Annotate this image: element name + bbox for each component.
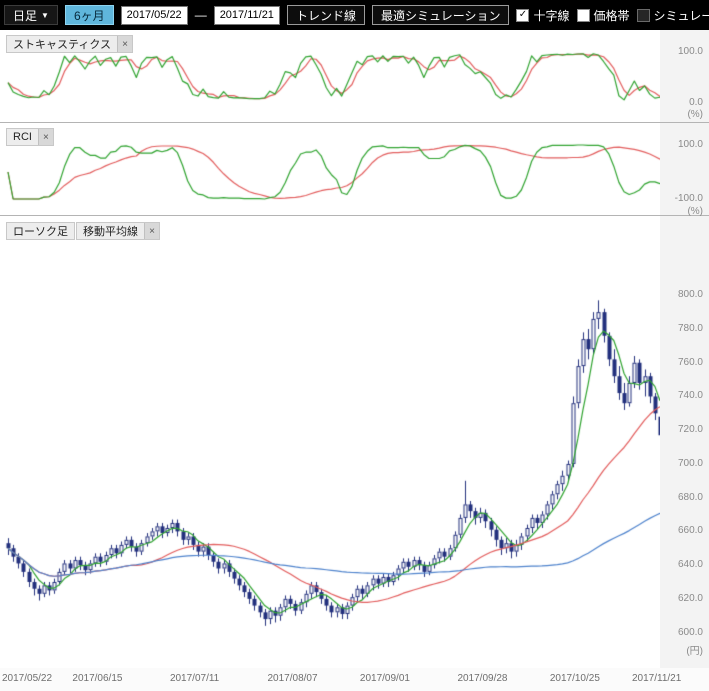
price-axis-label: 680.0 <box>678 492 703 504</box>
date-to-input[interactable]: 2017/11/21 <box>214 6 280 25</box>
stochastics-panel: ストキャスティクス × 100.0 0.0 (%) <box>0 30 709 123</box>
date-from-input[interactable]: 2017/05/22 <box>121 6 188 25</box>
moving-average-title: 移動平均線 <box>77 223 144 239</box>
price-band-label: 価格帯 <box>594 7 630 24</box>
date-axis-label: 2017/09/01 <box>360 673 410 684</box>
chevron-down-icon: ▼ <box>41 11 49 20</box>
date-axis-label: 2017/07/11 <box>170 673 219 684</box>
price-axis-label: 640.0 <box>678 559 703 571</box>
stoch-y-max-label: 100.0 <box>678 46 703 58</box>
stochastics-title: ストキャスティクス <box>7 36 117 52</box>
price-axis-label: 660.0 <box>678 525 703 537</box>
price-axis-label: 700.0 <box>678 458 703 470</box>
rci-plot[interactable] <box>0 123 660 216</box>
price-band-checkbox-group: 価格帯 <box>577 7 630 24</box>
candlestick-panel: ローソク足 移動平均線 × (円) 800.0 780.0 760.0 740.0 72… <box>0 216 709 668</box>
price-axis-label: 800.0 <box>678 289 703 301</box>
price-axis-label: 720.0 <box>678 424 703 436</box>
rci-unit-label: (%) <box>687 206 703 218</box>
crosshair-label: 十字線 <box>533 7 569 24</box>
rci-y-max-label: 100.0 <box>678 139 703 151</box>
close-icon[interactable]: × <box>144 223 159 239</box>
stoch-y-min-label: 0.0 <box>689 97 703 109</box>
price-unit-label: (円) <box>686 646 703 658</box>
date-axis-label: 2017/09/28 <box>457 673 507 684</box>
simulation-checkbox[interactable] <box>637 9 650 22</box>
moving-average-chip: 移動平均線 × <box>76 222 160 240</box>
range-6month-button[interactable]: 6ヶ月 <box>65 5 114 25</box>
price-axis-label: 620.0 <box>678 593 703 605</box>
interval-label: 日足 <box>13 7 37 24</box>
rci-y-min-label: -100.0 <box>675 193 703 205</box>
simulation-checkbox-group: シミュレー <box>637 7 709 24</box>
stoch-unit-label: (%) <box>687 109 703 121</box>
interval-dropdown[interactable]: 日足 ▼ <box>4 5 58 25</box>
candlestick-title: ローソク足 <box>7 223 74 239</box>
candlestick-chip: ローソク足 <box>6 222 75 240</box>
trend-line-button[interactable]: トレンド線 <box>287 5 365 25</box>
rci-panel: RCI × 100.0 -100.0 (%) <box>0 123 709 216</box>
date-axis-label: 2017/06/15 <box>72 673 122 684</box>
date-axis-label: 2017/08/07 <box>267 673 317 684</box>
stock-chart-application: 日足 ▼ 6ヶ月 2017/05/22 — 2017/11/21 トレンド線 最… <box>0 0 709 691</box>
crosshair-checkbox-group: ✓ 十字線 <box>516 7 569 24</box>
optimal-simulation-button[interactable]: 最適シミュレーション <box>372 5 510 25</box>
x-axis: 2017/05/22 2017/06/15 2017/07/11 2017/08/07… <box>0 668 709 691</box>
candlestick-plot[interactable] <box>0 216 660 668</box>
simulation-label: シミュレー <box>654 7 709 24</box>
close-icon[interactable]: × <box>38 129 53 145</box>
rci-title: RCI <box>7 129 38 145</box>
date-axis-label: 2017/11/21 <box>632 673 681 684</box>
date-axis-label: 2017/10/25 <box>550 673 600 684</box>
stochastics-chip: ストキャスティクス × <box>6 35 133 53</box>
rci-chip: RCI × <box>6 128 54 146</box>
price-axis-label: 780.0 <box>678 323 703 335</box>
price-axis-label: 600.0 <box>678 627 703 639</box>
price-axis-label: 760.0 <box>678 357 703 369</box>
price-band-checkbox[interactable] <box>577 9 590 22</box>
date-axis-label: 2017/05/22 <box>2 673 52 684</box>
crosshair-checkbox[interactable]: ✓ <box>516 9 529 22</box>
close-icon[interactable]: × <box>117 36 132 52</box>
toolbar: 日足 ▼ 6ヶ月 2017/05/22 — 2017/11/21 トレンド線 最… <box>0 0 709 30</box>
date-range-separator: — <box>195 8 207 22</box>
price-axis-label: 740.0 <box>678 390 703 402</box>
